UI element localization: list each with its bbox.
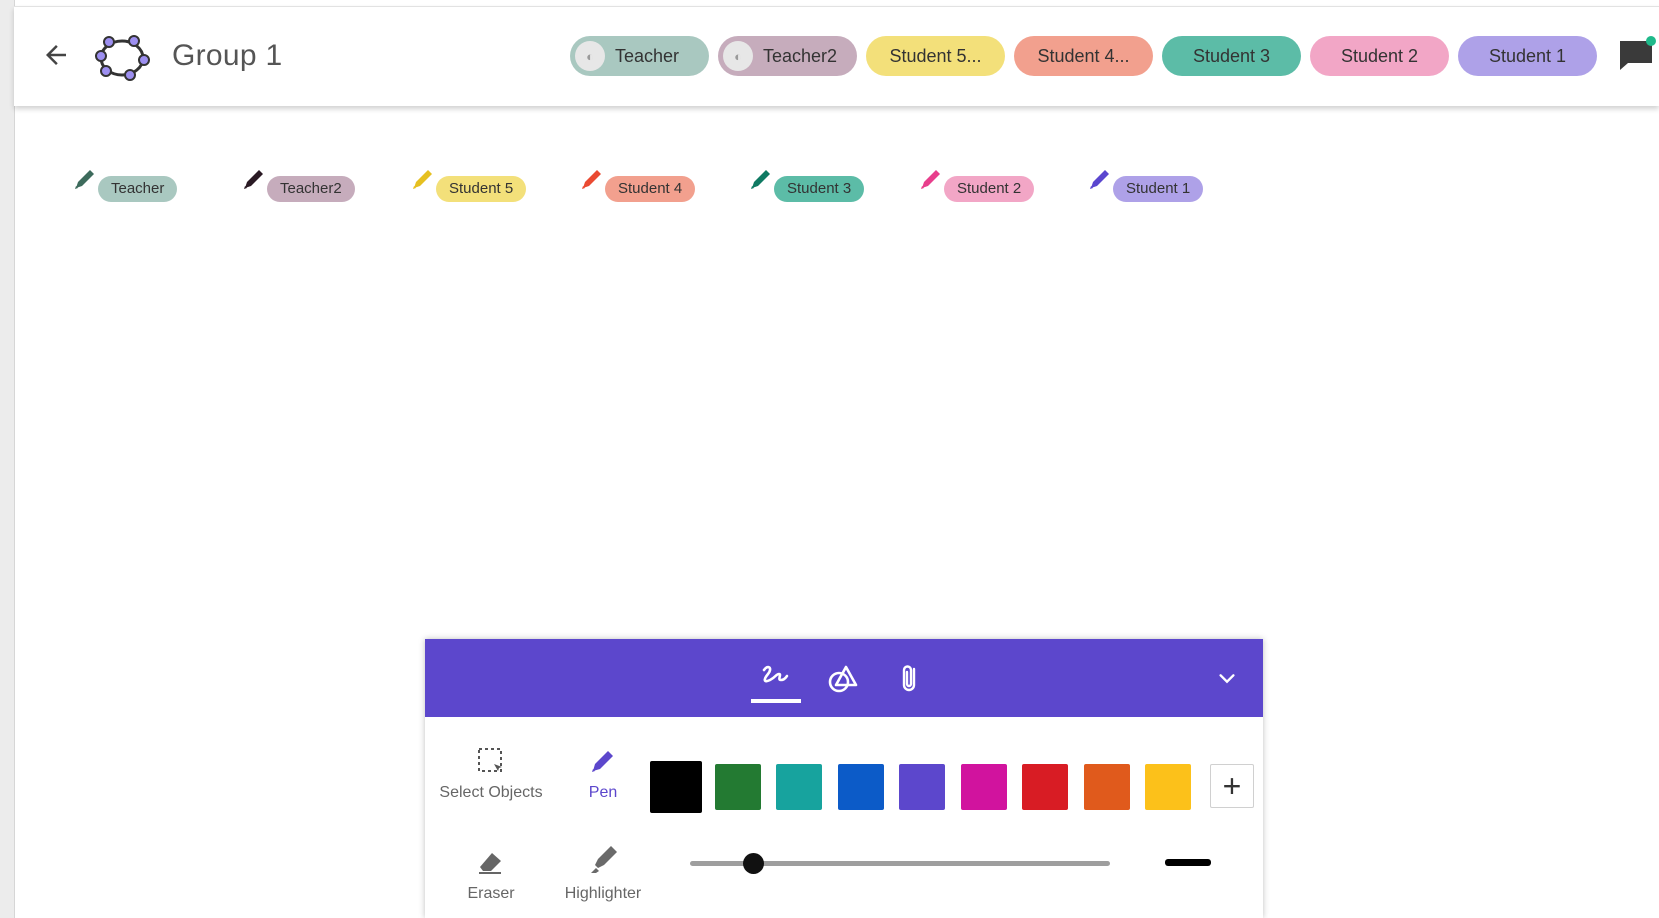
pen-label-tag: Student 4 <box>605 176 696 202</box>
pen-icon <box>413 170 432 189</box>
highlighter-icon <box>591 846 617 873</box>
pen-icon <box>582 170 601 189</box>
member-chip[interactable]: Student 1 <box>1458 36 1597 76</box>
window-edge <box>0 0 15 918</box>
eraser-label: Eraser <box>467 885 515 902</box>
pen-label-tag: Student 3 <box>774 176 865 202</box>
app-window: Group 1 ◐ Teacher ◐ Teacher2 Student 5... Stu… <box>0 0 1659 918</box>
avatar: ◐ <box>575 41 605 71</box>
color-swatch[interactable] <box>1145 764 1191 810</box>
member-chip-label: Student 5... <box>889 45 982 66</box>
drawing-toolbar: Select Objects Pen Eraser Highlighter + <box>425 639 1263 918</box>
chat-icon <box>1620 36 1656 70</box>
highlighter-label: Highlighter <box>564 885 642 902</box>
pen-label-tag: Student 5 <box>436 176 527 202</box>
pen-label-tag: Student 2 <box>944 176 1035 202</box>
pen-icon <box>921 170 940 189</box>
pen-label-item: Student 5 <box>410 162 540 212</box>
member-chip-label: Student 3 <box>1192 45 1271 66</box>
back-button[interactable] <box>38 37 74 73</box>
color-swatch[interactable] <box>1083 764 1130 810</box>
member-chip-label: Teacher <box>615 45 680 66</box>
highlighter-tool[interactable]: Highlighter <box>543 837 663 903</box>
pen-icon <box>244 170 263 189</box>
member-chip-label: Student 4... <box>1037 45 1130 66</box>
stroke-width-slider-thumb[interactable] <box>743 853 764 874</box>
handwriting-icon <box>762 665 789 683</box>
paperclip-icon <box>902 665 916 692</box>
page-title: Group 1 <box>172 39 283 72</box>
pen-label: Pen <box>588 784 618 801</box>
pen-icon <box>751 170 770 189</box>
select-dashed-box-icon <box>478 748 502 772</box>
avatar: ◐ <box>723 41 753 71</box>
pen-tool[interactable]: Pen <box>543 736 663 802</box>
member-chip-label: Teacher2 <box>763 45 838 66</box>
pen-label-tag: Student 1 <box>1113 176 1204 202</box>
member-chips: ◐ Teacher ◐ Teacher2 Student 5... Student 4..… <box>570 36 1597 76</box>
member-chip-label: Student 2 <box>1340 45 1419 66</box>
geogebra-logo-icon <box>94 29 150 85</box>
pen-icon <box>1090 170 1109 189</box>
color-swatch[interactable] <box>714 764 761 810</box>
attach-tab[interactable] <box>889 657 933 699</box>
color-swatch[interactable] <box>837 764 884 810</box>
arrow-left-icon <box>46 45 66 65</box>
member-chip[interactable]: ◐ Teacher <box>570 36 709 76</box>
pen-label-item: Teacher2 <box>241 162 371 212</box>
member-chip[interactable]: Student 5... <box>866 36 1005 76</box>
color-swatch[interactable] <box>1022 764 1068 810</box>
pen-label-item: Student 2 <box>918 162 1048 212</box>
member-chip[interactable]: ◐ Teacher2 <box>718 36 857 76</box>
color-swatch[interactable] <box>960 764 1007 810</box>
eraser-tool[interactable]: Eraser <box>431 837 551 903</box>
member-chip[interactable]: Student 4... <box>1014 36 1153 76</box>
top-bar: Group 1 ◐ Teacher ◐ Teacher2 Student 5... Stu… <box>14 6 1659 106</box>
select-objects-label: Select Objects <box>439 784 543 801</box>
pen-label-tag: Teacher2 <box>267 176 355 202</box>
member-chip-label: Student 1 <box>1488 45 1567 66</box>
member-chip[interactable]: Student 3 <box>1162 36 1301 76</box>
eraser-icon <box>479 853 501 874</box>
add-color-button[interactable]: + <box>1210 764 1254 808</box>
pen-label-item: Teacher <box>72 162 202 212</box>
color-swatch[interactable] <box>776 764 822 810</box>
color-swatch[interactable] <box>899 764 945 810</box>
stroke-preview <box>1165 859 1211 866</box>
pen-label-item: Student 4 <box>579 162 709 212</box>
collapse-toolbar-button[interactable] <box>1211 663 1243 695</box>
pen-icon <box>592 751 613 772</box>
pen-icon <box>75 170 94 189</box>
pen-label-tag: Teacher <box>98 176 178 202</box>
pen-tools-tab[interactable] <box>751 657 801 703</box>
pen-label-item: Student 1 <box>1087 162 1217 212</box>
color-swatch[interactable] <box>650 761 702 813</box>
select-objects-tool[interactable]: Select Objects <box>431 736 551 802</box>
chat-button[interactable] <box>1616 35 1656 75</box>
chevron-down-icon <box>1219 674 1235 684</box>
member-chip[interactable]: Student 2 <box>1310 36 1449 76</box>
shapes-tab[interactable] <box>821 657 865 699</box>
toolbar-header <box>425 639 1263 717</box>
pen-label-item: Student 3 <box>748 162 878 212</box>
shapes-icon <box>828 665 858 693</box>
